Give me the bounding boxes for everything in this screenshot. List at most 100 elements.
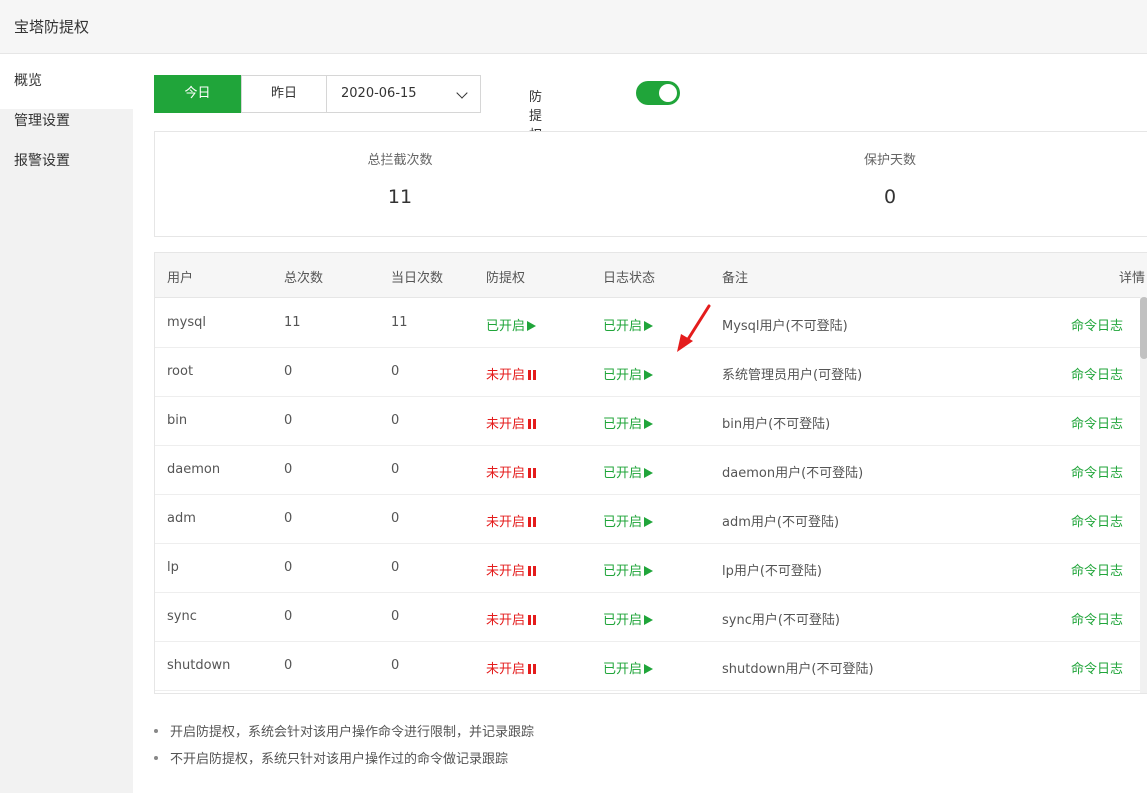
command-log-link-text: 命令日志 <box>1070 417 1123 432</box>
command-log-link-text: 命令日志 <box>1070 466 1123 481</box>
stat-label: 保护天数 <box>863 153 916 168</box>
cell-log-status-text: 已开启 <box>603 564 643 579</box>
cell-anti-status-text: 已开启 <box>486 319 526 334</box>
cell-note: 系统管理员用户(可登陆) <box>722 364 862 383</box>
command-log-link-text: 命令日志 <box>1070 613 1123 628</box>
cell-log-status[interactable]: 已开启 <box>603 511 654 530</box>
cell-day: 0 <box>391 462 399 477</box>
command-log-link-text: 命令日志 <box>1070 515 1123 530</box>
cell-note: lp用户(不可登陆) <box>722 560 822 579</box>
play-icon <box>644 664 654 674</box>
cell-anti-status[interactable]: 未开启 <box>486 658 537 677</box>
cell-day: 0 <box>391 658 399 673</box>
scrollbar-thumb[interactable] <box>1140 297 1147 359</box>
cell-log-status[interactable]: 已开启 <box>603 364 654 383</box>
cell-log-status-text: 已开启 <box>603 466 643 481</box>
cell-day-text: 0 <box>391 511 400 526</box>
yesterday-button[interactable]: 昨日 <box>241 75 327 113</box>
command-log-link[interactable]: 命令日志 <box>1071 315 1123 334</box>
cell-user: bin <box>167 413 187 428</box>
table-scrollbar[interactable] <box>1140 297 1147 693</box>
cell-log-status-text: 已开启 <box>603 319 643 334</box>
app-title: 宝塔防提权 <box>14 18 90 36</box>
table-row: mysql 11 11 已开启 已开启 Mysql用户(不可登陆) 命令日志 <box>155 298 1147 348</box>
cell-log-status[interactable]: 已开启 <box>603 413 654 432</box>
cell-anti-status[interactable]: 未开启 <box>486 560 537 579</box>
command-log-link-text: 命令日志 <box>1070 368 1123 383</box>
arrow-shaft <box>683 304 711 346</box>
cell-log-status[interactable]: 已开启 <box>603 315 654 334</box>
cell-total-text: 0 <box>284 658 293 673</box>
note-item: 不开启防提权，系统只针对该用户操作过的命令做记录跟踪 <box>154 748 1054 767</box>
cell-note: daemon用户(不可登陆) <box>722 462 863 481</box>
command-log-link[interactable]: 命令日志 <box>1071 560 1123 579</box>
command-log-link[interactable]: 命令日志 <box>1071 511 1123 530</box>
cell-total: 0 <box>284 462 292 477</box>
cell-user: mysql <box>167 315 206 330</box>
table-row: lp 0 0 未开启 已开启 lp用户(不可登陆) 命令日志 <box>155 543 1147 593</box>
cell-log-status-text: 已开启 <box>603 417 643 432</box>
command-log-link[interactable]: 命令日志 <box>1071 609 1123 628</box>
cell-note-text: 系统管理员用户(可登陆) <box>722 368 863 383</box>
main-content: 今日 昨日 2020-06-15 防提权开关 总拦截次数 11 保护天数 0 用… <box>133 54 1147 793</box>
anti-privilege-toggle[interactable] <box>636 81 680 105</box>
stat-label: 总拦截次数 <box>367 153 433 168</box>
cell-anti-status[interactable]: 未开启 <box>486 511 537 530</box>
cell-note: sync用户(不可登陆) <box>722 609 840 628</box>
pause-icon <box>528 419 537 429</box>
table-row: bin 0 0 未开启 已开启 bin用户(不可登陆) 命令日志 <box>155 396 1147 446</box>
cell-day: 11 <box>391 315 408 330</box>
header-user: 用户 <box>167 271 194 286</box>
cell-note-text: adm用户(不可登陆) <box>722 515 840 530</box>
cell-anti-status[interactable]: 未开启 <box>486 609 537 628</box>
cell-user-text: lp <box>167 560 179 575</box>
note-item: 开启防提权，系统会针对该用户操作命令进行限制，并记录跟踪 <box>154 721 1054 740</box>
cell-user: lp <box>167 560 179 575</box>
cell-total-text: 0 <box>284 364 293 379</box>
cell-total-text: 11 <box>284 315 301 330</box>
cell-day-text: 0 <box>391 560 400 575</box>
command-log-link[interactable]: 命令日志 <box>1071 658 1123 677</box>
cell-user-text: daemon <box>167 462 221 477</box>
cell-anti-status-text: 未开启 <box>486 613 526 628</box>
cell-user: root <box>167 364 193 379</box>
command-log-link[interactable]: 命令日志 <box>1071 364 1123 383</box>
table-row: root 0 0 未开启 已开启 系统管理员用户(可登陆) 命令日志 <box>155 347 1147 397</box>
today-button[interactable]: 今日 <box>154 75 241 113</box>
cell-total-text: 0 <box>284 609 293 624</box>
header-note: 备注 <box>722 271 749 286</box>
cell-user-text: bin <box>167 413 188 428</box>
cell-anti-status[interactable]: 已开启 <box>486 315 537 334</box>
cell-note-text: lp用户(不可登陆) <box>722 564 823 579</box>
cell-log-status[interactable]: 已开启 <box>603 658 654 677</box>
cell-note-text: shutdown用户(不可登陆) <box>722 662 874 677</box>
play-icon <box>644 517 654 527</box>
stat-value: 0 <box>883 186 897 208</box>
header-day: 当日次数 <box>391 271 444 286</box>
pause-icon <box>528 517 537 527</box>
table-row: daemon 0 0 未开启 已开启 daemon用户(不可登陆) 命令日志 <box>155 445 1147 495</box>
chevron-down-icon <box>456 87 468 99</box>
cell-anti-status[interactable]: 未开启 <box>486 462 537 481</box>
cell-day-text: 0 <box>391 609 400 624</box>
cell-anti-status[interactable]: 未开启 <box>486 413 537 432</box>
cell-total: 0 <box>284 413 292 428</box>
date-value: 2020-06-15 <box>341 86 417 101</box>
command-log-link[interactable]: 命令日志 <box>1071 413 1123 432</box>
cell-day-text: 0 <box>391 462 400 477</box>
play-icon <box>527 321 537 331</box>
play-icon <box>644 615 654 625</box>
sidebar: 概览 管理设置 报警设置 <box>0 54 133 793</box>
cell-total-text: 0 <box>284 560 293 575</box>
sidebar-item-alerts[interactable]: 报警设置 <box>0 134 133 189</box>
cell-log-status[interactable]: 已开启 <box>603 560 654 579</box>
cell-log-status[interactable]: 已开启 <box>603 609 654 628</box>
cell-total-text: 0 <box>284 511 293 526</box>
cell-log-status-text: 已开启 <box>603 613 643 628</box>
table-row: sync 0 0 未开启 已开启 sync用户(不可登陆) 命令日志 <box>155 592 1147 642</box>
date-select[interactable]: 2020-06-15 <box>326 75 481 113</box>
play-icon <box>644 566 654 576</box>
command-log-link[interactable]: 命令日志 <box>1071 462 1123 481</box>
cell-anti-status[interactable]: 未开启 <box>486 364 537 383</box>
cell-log-status[interactable]: 已开启 <box>603 462 654 481</box>
